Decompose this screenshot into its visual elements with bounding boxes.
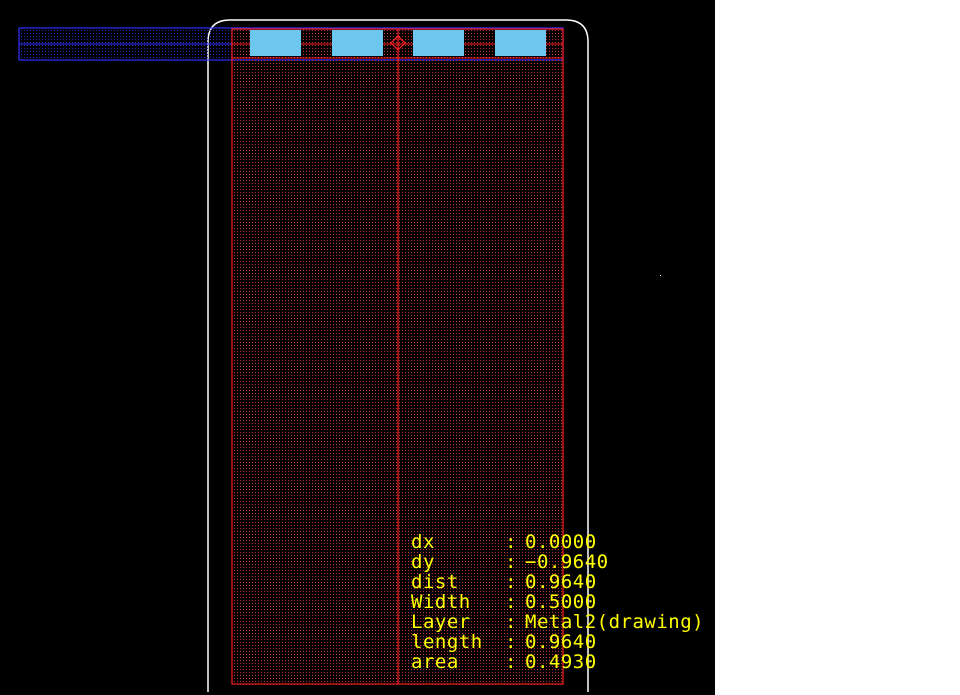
via-3[interactable] bbox=[413, 30, 464, 56]
measurement-key: dx bbox=[411, 531, 435, 553]
via-1[interactable] bbox=[250, 30, 301, 56]
measurement-value: −0.9640 bbox=[525, 551, 609, 573]
measurement-separator: : bbox=[505, 611, 517, 633]
measurement-key: length bbox=[411, 631, 483, 653]
measurement-separator: : bbox=[505, 651, 517, 673]
measurement-separator: : bbox=[505, 591, 517, 613]
measurement-value: 0.0000 bbox=[525, 531, 597, 553]
layout-canvas[interactable]: dx : 0.0000 dy : −0.9640 dist : 0.9640 W… bbox=[0, 0, 715, 695]
measurement-value: Metal2(drawing) bbox=[525, 611, 705, 633]
measurement-key: Width bbox=[411, 591, 471, 613]
measurement-separator: : bbox=[505, 631, 517, 653]
measurement-separator: : bbox=[505, 551, 517, 573]
measurement-key: area bbox=[411, 651, 459, 673]
stray-point bbox=[660, 275, 661, 276]
measurement-value: 0.4930 bbox=[525, 651, 597, 673]
via-2[interactable] bbox=[332, 30, 383, 56]
measurement-value: 0.9640 bbox=[525, 571, 597, 593]
measurement-value: 0.9640 bbox=[525, 631, 597, 653]
measurement-key: dy bbox=[411, 551, 435, 573]
measurement-key: Layer bbox=[411, 611, 471, 633]
measurement-value: 0.5000 bbox=[525, 591, 597, 613]
via-4[interactable] bbox=[495, 30, 546, 56]
measurement-separator: : bbox=[505, 531, 517, 553]
measurement-key: dist bbox=[411, 571, 459, 593]
measurement-readout: dx : 0.0000 dy : −0.9640 dist : 0.9640 W… bbox=[411, 532, 715, 672]
measurement-separator: : bbox=[505, 571, 517, 593]
